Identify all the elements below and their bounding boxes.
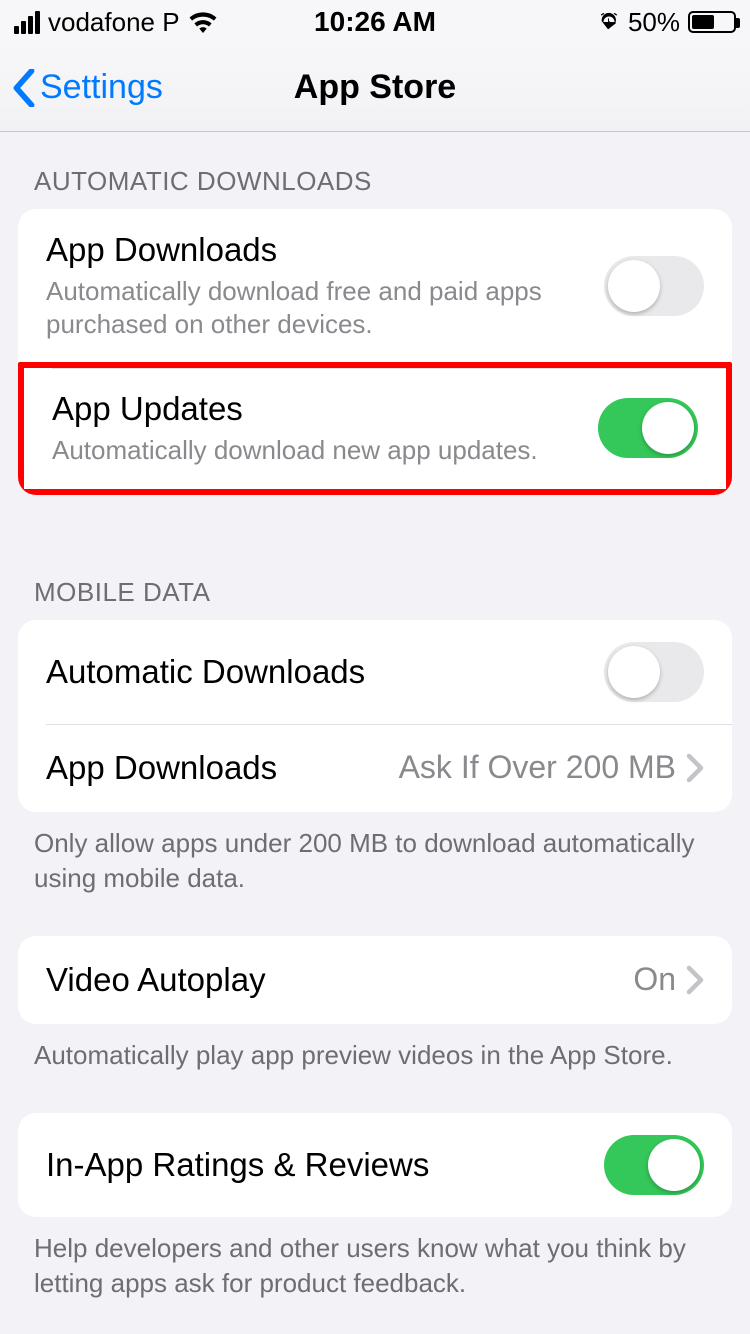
- wifi-icon: [188, 11, 218, 33]
- group-video-autoplay: Video Autoplay On: [18, 936, 732, 1024]
- row-app-updates[interactable]: App Updates Automatically download new a…: [18, 362, 732, 495]
- battery-icon: [688, 11, 736, 33]
- section-footer-mobile-data: Only allow apps under 200 MB to download…: [0, 812, 750, 896]
- row-title: In-App Ratings & Reviews: [46, 1146, 604, 1184]
- row-mobile-automatic-downloads[interactable]: Automatic Downloads: [18, 620, 732, 724]
- section-footer-ratings-reviews: Help developers and other users know wha…: [0, 1217, 750, 1301]
- back-button-label: Settings: [40, 68, 163, 107]
- section-header-automatic-downloads: AUTOMATIC DOWNLOADS: [0, 132, 750, 209]
- row-detail-value: On: [633, 961, 676, 998]
- alarm-icon: [598, 11, 620, 33]
- group-ratings-reviews: In-App Ratings & Reviews: [18, 1113, 732, 1217]
- row-subtitle: Automatically download new app updates.: [52, 434, 598, 467]
- group-automatic-downloads: App Downloads Automatically download fre…: [18, 209, 732, 495]
- row-title: App Updates: [52, 390, 598, 428]
- row-subtitle: Automatically download free and paid app…: [46, 275, 604, 340]
- section-footer-video-autoplay: Automatically play app preview videos in…: [0, 1024, 750, 1073]
- row-title: Automatic Downloads: [46, 653, 604, 691]
- row-title: App Downloads: [46, 749, 399, 787]
- status-bar: vodafone P 10:26 AM 50%: [0, 0, 750, 44]
- row-ratings-reviews[interactable]: In-App Ratings & Reviews: [18, 1113, 732, 1217]
- toggle-ratings-reviews[interactable]: [604, 1135, 704, 1195]
- chevron-right-icon: [686, 965, 704, 995]
- row-app-downloads[interactable]: App Downloads Automatically download fre…: [18, 209, 732, 362]
- toggle-app-downloads[interactable]: [604, 256, 704, 316]
- carrier-label: vodafone P: [48, 7, 180, 38]
- row-video-autoplay[interactable]: Video Autoplay On: [18, 936, 732, 1024]
- row-title: Video Autoplay: [46, 961, 633, 999]
- row-mobile-app-downloads[interactable]: App Downloads Ask If Over 200 MB: [18, 724, 732, 812]
- navigation-bar: Settings App Store: [0, 44, 750, 132]
- clock-label: 10:26 AM: [314, 6, 436, 37]
- toggle-app-updates[interactable]: [598, 398, 698, 458]
- section-header-mobile-data: MOBILE DATA: [0, 549, 750, 620]
- row-title: App Downloads: [46, 231, 604, 269]
- toggle-mobile-automatic-downloads[interactable]: [604, 642, 704, 702]
- back-button[interactable]: Settings: [12, 68, 163, 107]
- battery-percent-label: 50%: [628, 7, 680, 38]
- chevron-left-icon: [12, 69, 36, 107]
- group-mobile-data: Automatic Downloads App Downloads Ask If…: [18, 620, 732, 812]
- cellular-signal-icon: [14, 11, 40, 34]
- chevron-right-icon: [686, 753, 704, 783]
- row-detail-value: Ask If Over 200 MB: [399, 749, 676, 786]
